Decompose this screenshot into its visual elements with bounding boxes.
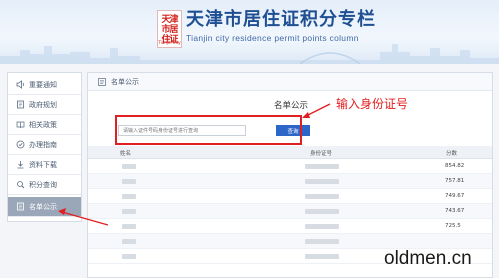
panel-header: 名单公示 — [88, 73, 492, 91]
name-cell-redacted — [122, 254, 136, 259]
site-banner: 天津市居住证 Tianjin City 天津市居住证积分专栏 Tianjin c… — [0, 0, 499, 64]
table-row — [88, 234, 492, 249]
list-icon — [98, 77, 106, 86]
score-cell: 743.67 — [445, 208, 465, 214]
sidebar-item-label: 重要通知 — [29, 80, 57, 89]
sidebar-item-label: 相关政策 — [29, 120, 57, 129]
column-header-score: 分数 — [446, 151, 458, 157]
id-cell-redacted — [305, 179, 339, 184]
name-cell-redacted — [122, 239, 136, 244]
book-icon — [16, 120, 25, 129]
sidebar-item-guide[interactable]: 办理指南 — [8, 135, 81, 155]
id-search-input[interactable] — [118, 125, 246, 136]
banner-subtitle: Tianjin city residence permit points col… — [186, 33, 359, 43]
column-header-name: 姓名 — [120, 151, 132, 157]
sidebar-item-policies[interactable]: 相关政策 — [8, 115, 81, 135]
name-cell-redacted — [122, 164, 136, 169]
document-list-icon — [16, 100, 25, 109]
search-button[interactable]: 查询 — [276, 125, 310, 136]
name-cell-redacted — [122, 209, 136, 214]
sidebar-item-label: 办理指南 — [29, 140, 57, 149]
page-title: 名单公示 — [274, 101, 309, 111]
table-row: 743.67 — [88, 204, 492, 219]
annotation-label: 输入身份证号 — [336, 97, 409, 111]
sidebar-nav: 重要通知 政府规划 相关政策 办理指南 资料下载 积分查询 名单公示 — [7, 72, 82, 222]
banner-title: 天津市居住证积分专栏 — [186, 9, 376, 30]
sidebar-item-points-query[interactable]: 积分查询 — [8, 175, 81, 195]
name-cell-redacted — [122, 224, 136, 229]
tianjin-logo: 天津市居住证 Tianjin City — [157, 10, 182, 48]
sidebar-item-label: 积分查询 — [29, 180, 57, 189]
watermark: oldmen.cn — [384, 248, 472, 269]
column-header-id: 身份证号 — [310, 151, 333, 157]
name-cell-redacted — [122, 179, 136, 184]
sidebar-item-list-publicity[interactable]: 名单公示 — [8, 197, 81, 217]
table-row: 854.82 — [88, 159, 492, 174]
guide-icon — [16, 140, 25, 149]
id-cell-redacted — [305, 194, 339, 199]
sidebar-item-label: 资料下载 — [29, 160, 57, 169]
sidebar-item-label: 政府规划 — [29, 100, 57, 109]
table-header: 姓名 身份证号 分数 — [88, 146, 492, 159]
score-cell: 725.5 — [445, 223, 461, 229]
id-cell-redacted — [305, 209, 339, 214]
panel-header-label: 名单公示 — [111, 77, 139, 86]
speaker-icon — [16, 80, 25, 89]
logo-subtext: Tianjin City — [158, 40, 181, 45]
sidebar-item-planning[interactable]: 政府规划 — [8, 95, 81, 115]
score-cell: 854.82 — [445, 163, 465, 169]
score-cell: 757.81 — [445, 178, 465, 184]
sidebar-item-label: 名单公示 — [29, 202, 57, 211]
list-icon — [16, 202, 25, 211]
id-cell-redacted — [305, 164, 339, 169]
id-cell-redacted — [305, 224, 339, 229]
download-icon — [16, 160, 25, 169]
sidebar-item-downloads[interactable]: 资料下载 — [8, 155, 81, 175]
query-icon — [16, 180, 25, 189]
sidebar-item-notices[interactable]: 重要通知 — [8, 75, 81, 95]
score-cell: 749.67 — [445, 193, 465, 199]
name-cell-redacted — [122, 194, 136, 199]
table-row: 725.5 — [88, 219, 492, 234]
table-row: 757.81 — [88, 174, 492, 189]
table-row: 749.67 — [88, 189, 492, 204]
id-cell-redacted — [305, 239, 339, 244]
id-cell-redacted — [305, 254, 339, 259]
